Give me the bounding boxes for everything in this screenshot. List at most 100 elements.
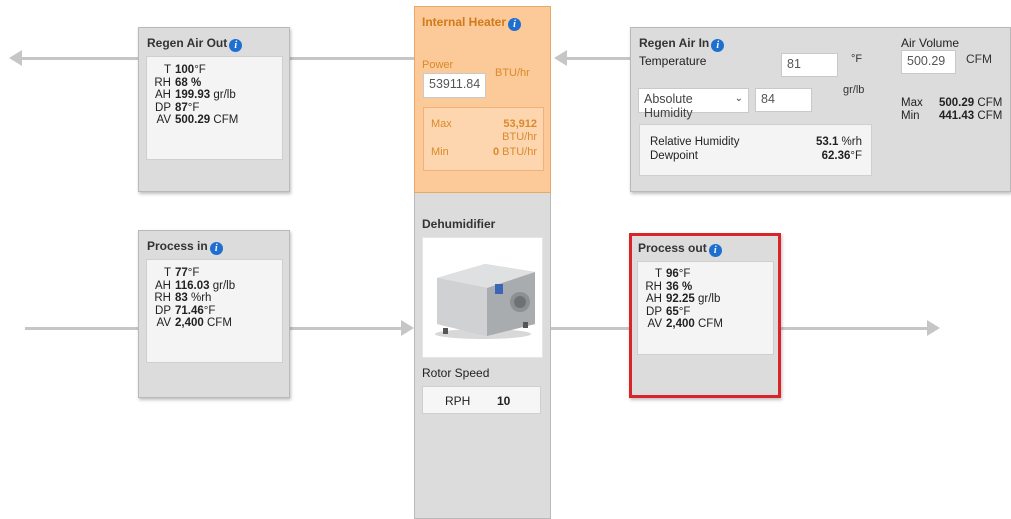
air-volume-unit: CFM xyxy=(966,52,992,66)
row-key: DP xyxy=(155,101,171,114)
info-icon[interactable]: i xyxy=(708,244,722,257)
regen-air-out-title: Regen Air Out i xyxy=(147,36,243,52)
row-key: T xyxy=(163,64,171,76)
regen-air-in-title: Regen Air In i xyxy=(639,36,725,52)
dewpoint-label: Dewpoint xyxy=(650,150,698,162)
row-key: AV xyxy=(156,317,172,329)
value-row: DP 65°F xyxy=(640,306,723,319)
dewpoint-value: 62.36 xyxy=(821,150,851,162)
heater-min-label: Min xyxy=(431,146,449,158)
air-volume-min-value: 441.43 xyxy=(939,110,975,122)
row-value: 77 xyxy=(175,267,188,279)
regen-air-out-panel: Regen Air Out i T 100°F RH 68 % AH 199.93 gr… xyxy=(138,27,290,192)
row-unit: °F xyxy=(187,101,200,114)
process-in-arrow-line-2 xyxy=(290,327,402,330)
heater-max-label: Max xyxy=(431,118,452,130)
chevron-down-icon: ⌄ xyxy=(734,93,743,104)
process-out-arrow-line xyxy=(551,327,629,330)
regen-in-arrow-head xyxy=(554,50,567,66)
value-row: T 77°F xyxy=(149,267,235,280)
info-icon[interactable]: i xyxy=(209,242,223,255)
air-volume-input[interactable]: 500.29 xyxy=(901,50,956,74)
rotor-speed-label: Rotor Speed xyxy=(422,366,490,380)
value-row: RH 68 % xyxy=(149,77,238,90)
row-key: RH xyxy=(154,76,171,89)
row-unit: CFM xyxy=(697,318,723,330)
process-out-values: T 96°F RH 36 % AH 92.25 gr/lb DP 65°F AV 2,40… xyxy=(640,268,723,331)
power-label: Power xyxy=(422,59,454,71)
row-unit: %rh xyxy=(191,292,212,304)
heater-min-readout: 0 BTU/hr xyxy=(493,146,537,158)
air-volume-max-value: 500.29 xyxy=(939,97,975,109)
value-row: AV 2,400 CFM xyxy=(149,317,235,330)
value-row: DP 71.46°F xyxy=(149,305,235,318)
power-unit: BTU/hr xyxy=(495,67,530,79)
rh-unit: %rh xyxy=(841,136,862,148)
heater-min-value: 0 xyxy=(492,146,500,158)
row-value: 71.46 xyxy=(175,304,204,317)
air-volume-label: Air Volume xyxy=(901,36,960,50)
rph-label: RPH xyxy=(445,394,471,408)
info-icon[interactable]: i xyxy=(229,39,243,52)
internal-heater-panel: Internal Heater i Power 53911.84 BTU/hr M… xyxy=(414,6,551,193)
info-icon[interactable]: i xyxy=(508,18,522,31)
row-key: AV xyxy=(156,114,172,126)
row-key: AH xyxy=(646,293,662,305)
row-key: RH xyxy=(154,292,171,304)
process-out-title: Process out i xyxy=(638,241,722,257)
dehumidifier-title: Dehumidifier xyxy=(422,217,496,231)
row-unit: °F xyxy=(678,305,691,318)
value-row: AH 92.25 gr/lb xyxy=(640,293,723,306)
regen-air-in-title-text: Regen Air In xyxy=(639,36,710,50)
regen-in-derived-card: Relative Humidity 53.1 %rh Dewpoint 62.3… xyxy=(639,124,872,176)
regen-out-arrow-line xyxy=(22,57,138,60)
air-volume-max-label: Max xyxy=(901,97,923,109)
air-volume-min-readout: 441.43 CFM xyxy=(939,110,1002,122)
heater-min-unit: BTU/hr xyxy=(502,146,537,158)
air-volume-min-unit: CFM xyxy=(977,110,1003,122)
info-icon[interactable]: i xyxy=(711,39,725,52)
regen-out-arrow-head xyxy=(9,50,22,66)
process-out-panel: Process out i T 96°F RH 36 % AH 92.25 gr/lb … xyxy=(629,233,781,398)
regen-in-arrow-line xyxy=(567,57,630,60)
value-row: RH 36 % xyxy=(640,281,723,294)
row-key: RH xyxy=(645,280,662,293)
row-value: 68 % xyxy=(175,76,202,89)
process-out-arrow-head xyxy=(927,320,940,336)
heater-max-unit: BTU/hr xyxy=(502,131,537,143)
regen-out-arrow-line-2 xyxy=(290,57,414,60)
row-value: 83 xyxy=(175,292,188,304)
value-row: RH 83 %rh xyxy=(149,292,235,305)
value-row: DP 87°F xyxy=(149,102,238,115)
dehumidifier-unit-icon xyxy=(435,264,535,339)
row-value: 92.25 xyxy=(666,293,695,305)
air-volume-max-readout: 500.29 CFM xyxy=(939,97,1002,109)
temperature-input[interactable]: 81 xyxy=(781,53,838,77)
heater-max-value: 53,912 xyxy=(503,118,537,130)
value-row: AV 2,400 CFM xyxy=(640,318,723,331)
row-key: DP xyxy=(155,304,171,317)
value-row: AH 199.93 gr/lb xyxy=(149,89,238,102)
process-in-arrow-head xyxy=(401,320,414,336)
humidity-value-input[interactable]: 84 xyxy=(755,88,812,112)
regen-air-out-title-text: Regen Air Out xyxy=(147,36,228,50)
row-value: 36 % xyxy=(666,280,693,293)
process-out-title-text: Process out xyxy=(638,241,707,255)
power-input[interactable]: 53911.84 xyxy=(423,73,486,98)
regen-air-in-panel: Regen Air In i Temperature 81 °F Absolute… xyxy=(630,27,1011,192)
dewpoint-readout: 62.36°F xyxy=(822,150,862,162)
process-in-values: T 77°F AH 116.03 gr/lb RH 83 %rh DP 71.46°F … xyxy=(149,267,235,330)
process-in-title-text: Process in xyxy=(147,239,208,253)
process-in-arrow-line xyxy=(25,327,138,330)
humidity-type-select[interactable]: Absolute Humidity ⌄ xyxy=(638,88,749,120)
row-key: T xyxy=(654,268,662,280)
internal-heater-title: Internal Heater i xyxy=(422,15,522,31)
row-unit: °F xyxy=(187,267,200,279)
dehumidifier-image xyxy=(422,237,543,358)
humidity-type-value: Absolute Humidity xyxy=(644,92,693,120)
row-unit: gr/lb xyxy=(697,293,721,305)
row-unit: gr/lb xyxy=(212,279,236,292)
row-key: DP xyxy=(646,305,662,318)
row-value: 65 xyxy=(666,305,679,318)
humidity-unit: gr/lb xyxy=(843,84,865,96)
